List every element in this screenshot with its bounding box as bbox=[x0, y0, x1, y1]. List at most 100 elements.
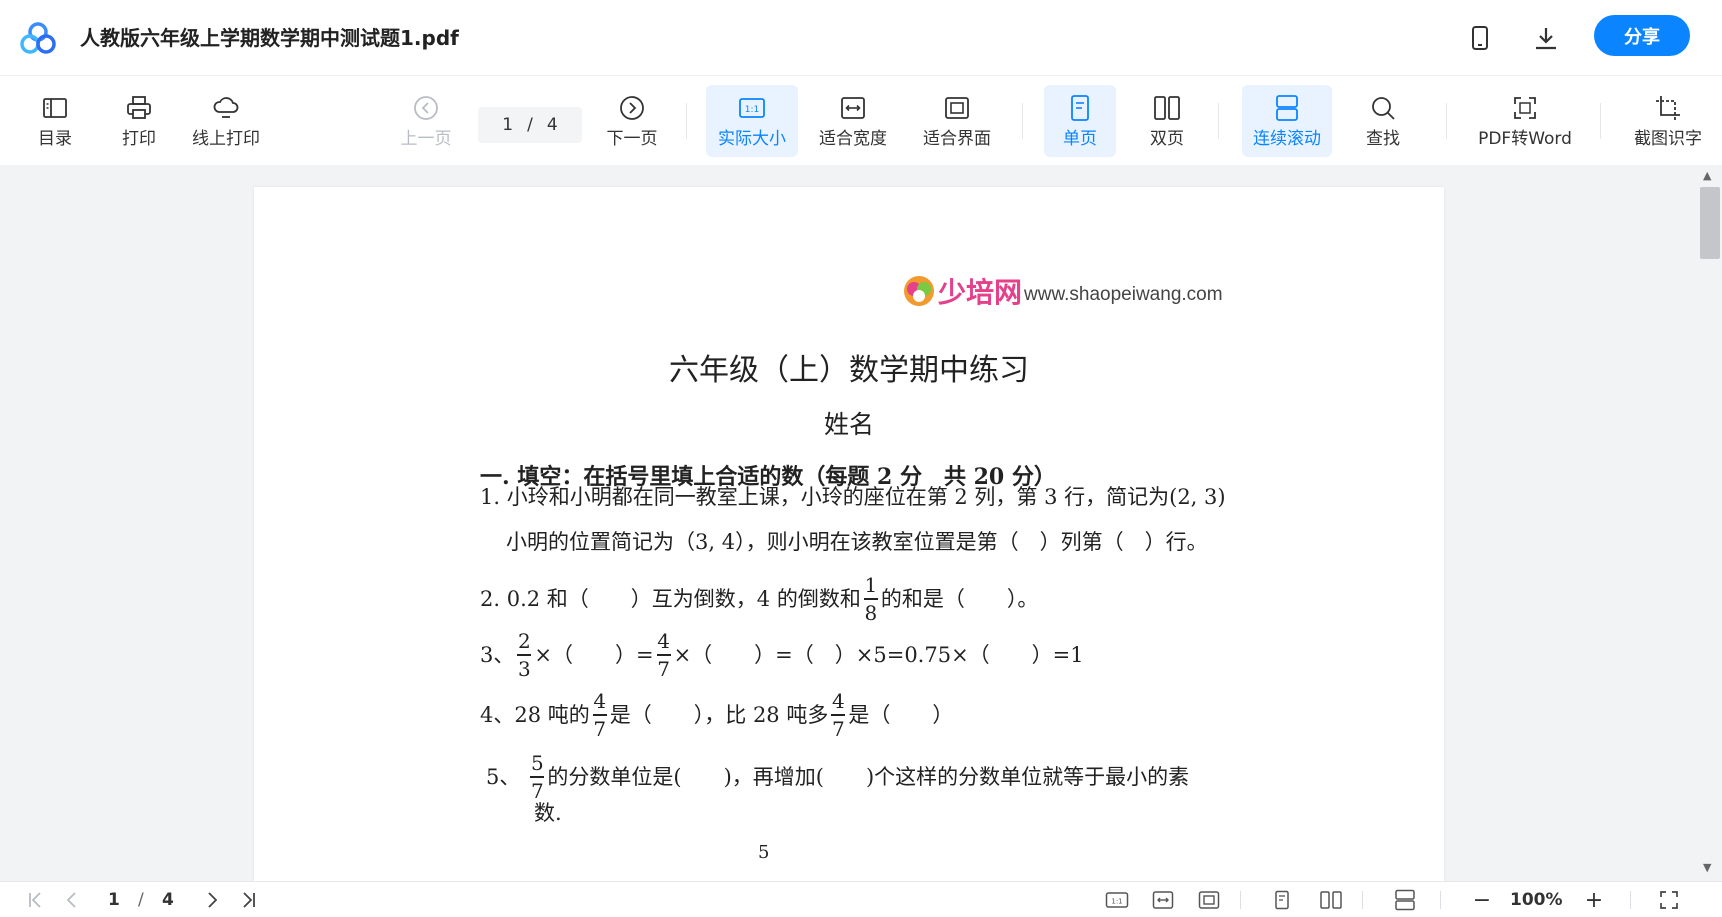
fit-width-small-button[interactable] bbox=[1150, 889, 1176, 911]
denominator: 7 bbox=[531, 778, 544, 803]
denominator: 7 bbox=[657, 656, 670, 681]
site-watermark: 少培网 www.shaopeiwang.com bbox=[902, 271, 1223, 311]
next-page-button[interactable]: 下一页 bbox=[602, 85, 662, 157]
toolbar-divider bbox=[1022, 103, 1023, 139]
status-divider bbox=[1630, 891, 1631, 909]
denominator: 7 bbox=[593, 716, 607, 741]
share-button[interactable]: 分享 bbox=[1594, 15, 1690, 56]
continuous-scroll-icon bbox=[1276, 95, 1298, 121]
status-total-pages: 4 bbox=[162, 890, 174, 910]
circle-chevron-right-icon bbox=[620, 96, 644, 120]
single-page-small-button[interactable] bbox=[1270, 889, 1294, 911]
status-bar: 1 / 4 1:1 − 100% + bbox=[0, 881, 1722, 917]
find-button[interactable]: 查找 bbox=[1358, 85, 1408, 157]
zoom-level[interactable]: 100% bbox=[1510, 889, 1563, 911]
numerator: 5 bbox=[531, 751, 544, 775]
fit-width-label: 适合宽度 bbox=[819, 129, 887, 149]
actual-size-button[interactable]: 1:1 实际大小 bbox=[706, 85, 798, 157]
scroll-up-arrow-icon[interactable]: ▲ bbox=[1703, 169, 1711, 182]
screenshot-ocr-button[interactable]: 截图识字 bbox=[1630, 85, 1706, 157]
next-page-label: 下一页 bbox=[606, 129, 658, 149]
fit-width-button[interactable]: 适合宽度 bbox=[812, 85, 894, 157]
toolbar-divider bbox=[1446, 103, 1447, 139]
question-3: 3、 23 ×（ ）= 47 ×（ ）=（ ）×5=0.75×（ ）=1 bbox=[480, 631, 1084, 679]
last-page-icon bbox=[243, 892, 255, 908]
print-label: 打印 bbox=[122, 129, 156, 149]
fit-page-button[interactable]: 适合界面 bbox=[916, 85, 998, 157]
single-page-icon bbox=[1275, 890, 1289, 910]
double-page-small-button[interactable] bbox=[1318, 889, 1344, 911]
crop-icon bbox=[1656, 96, 1680, 120]
fraction: 47 bbox=[656, 629, 671, 681]
actual-size-small-button[interactable]: 1:1 bbox=[1104, 889, 1130, 911]
app-logo-icon bbox=[20, 22, 56, 54]
pdf-to-word-button[interactable]: PDF转Word bbox=[1472, 85, 1578, 157]
double-page-button[interactable]: 双页 bbox=[1132, 85, 1202, 157]
question-4: 4、28 吨的 47 是（ ），比 28 吨多 47 是（ ） bbox=[480, 691, 953, 739]
zoom-in-button[interactable]: + bbox=[1582, 888, 1606, 913]
double-page-icon bbox=[1154, 96, 1180, 120]
page-separator: / bbox=[527, 115, 533, 135]
pdf-to-word-label: PDF转Word bbox=[1478, 129, 1572, 149]
question-5-text: 的分数单位是( )，再增加( )个这样的分数单位就等于最小的素 bbox=[547, 764, 1190, 789]
fullscreen-button[interactable] bbox=[1656, 889, 1682, 911]
question-2-text: 2. 0.2 和（ ）互为倒数，4 的倒数和 bbox=[480, 586, 861, 611]
toolbar: 目录 打印 线上打印 上一页 1 / 4 下一页 1:1 实际大小 适合宽度 适… bbox=[0, 77, 1722, 165]
print-button[interactable]: 打印 bbox=[114, 85, 164, 157]
online-print-label: 线上打印 bbox=[192, 129, 260, 149]
denominator: 7 bbox=[831, 716, 845, 741]
fit-width-icon bbox=[1152, 891, 1174, 909]
fit-page-small-button[interactable] bbox=[1196, 889, 1222, 911]
download-button[interactable] bbox=[1528, 20, 1564, 56]
question-3-text: ×（ ）=（ ）×5=0.75×（ ）=1 bbox=[673, 642, 1084, 667]
actual-size-icon: 1:1 bbox=[1105, 892, 1129, 908]
zoom-out-button[interactable]: − bbox=[1470, 888, 1494, 913]
next-page-small-button[interactable] bbox=[200, 889, 224, 911]
numerator: 4 bbox=[657, 629, 670, 653]
name-field-label: 姓名 bbox=[823, 410, 874, 439]
toc-button[interactable]: 目录 bbox=[30, 85, 80, 157]
single-page-button[interactable]: 单页 bbox=[1044, 85, 1116, 157]
fraction: 47 bbox=[831, 691, 846, 741]
question-5-text: 5、 bbox=[486, 764, 521, 789]
printer-icon bbox=[127, 96, 151, 119]
pdf-convert-icon bbox=[1514, 97, 1536, 119]
question-2: 2. 0.2 和（ ）互为倒数，4 的倒数和 18 的和是（ ）。 bbox=[480, 575, 1038, 623]
find-label: 查找 bbox=[1366, 129, 1400, 149]
vertical-scrollbar[interactable] bbox=[1700, 165, 1722, 881]
chevron-right-icon bbox=[208, 892, 218, 908]
last-page-button[interactable] bbox=[236, 889, 260, 911]
status-divider bbox=[1440, 891, 1441, 909]
download-icon bbox=[1536, 28, 1556, 50]
question-5-line-2: 数. bbox=[534, 801, 562, 825]
fraction: 23 bbox=[517, 631, 532, 679]
question-4-text: 4、28 吨的 bbox=[480, 702, 590, 727]
document-viewer[interactable]: 少培网 www.shaopeiwang.com 六年级（上）数学期中练习 姓名 … bbox=[0, 165, 1722, 881]
online-print-button[interactable]: 线上打印 bbox=[186, 85, 266, 157]
prev-page-small-button[interactable] bbox=[60, 889, 84, 911]
svg-text:1:1: 1:1 bbox=[1111, 898, 1122, 906]
screenshot-ocr-label: 截图识字 bbox=[1634, 129, 1702, 149]
scroll-down-arrow-icon[interactable]: ▼ bbox=[1703, 861, 1711, 874]
document-title: 人教版六年级上学期数学期中测试题1.pdf bbox=[80, 26, 459, 50]
first-page-button[interactable] bbox=[24, 889, 48, 911]
toolbar-divider bbox=[1600, 103, 1601, 139]
fit-page-icon bbox=[1198, 891, 1220, 909]
current-page: 1 bbox=[502, 115, 514, 135]
toc-label: 目录 bbox=[38, 129, 72, 149]
question-4-text: 是（ ） bbox=[848, 702, 954, 727]
scrollbar-thumb[interactable] bbox=[1700, 187, 1720, 259]
continuous-scroll-small-button[interactable] bbox=[1392, 889, 1418, 911]
continuous-scroll-button[interactable]: 连续滚动 bbox=[1242, 85, 1332, 157]
prev-page-button[interactable]: 上一页 bbox=[396, 85, 456, 157]
status-page-separator: / bbox=[138, 890, 144, 910]
phone-view-button[interactable] bbox=[1462, 20, 1498, 56]
question-1-line-2: 小明的位置简记为（3, 4），则小明在该教室位置是第（ ）列第（ ）行。 bbox=[506, 530, 1208, 554]
page-number-input[interactable]: 1 / 4 bbox=[478, 107, 582, 143]
status-current-page[interactable]: 1 bbox=[108, 889, 120, 911]
toolbar-divider bbox=[1218, 103, 1219, 139]
numerator: 1 bbox=[864, 573, 878, 597]
question-3-text: 3、 bbox=[480, 642, 515, 667]
question-4-text: 是（ ），比 28 吨多 bbox=[609, 702, 829, 727]
actual-size-icon: 1:1 bbox=[739, 98, 765, 118]
